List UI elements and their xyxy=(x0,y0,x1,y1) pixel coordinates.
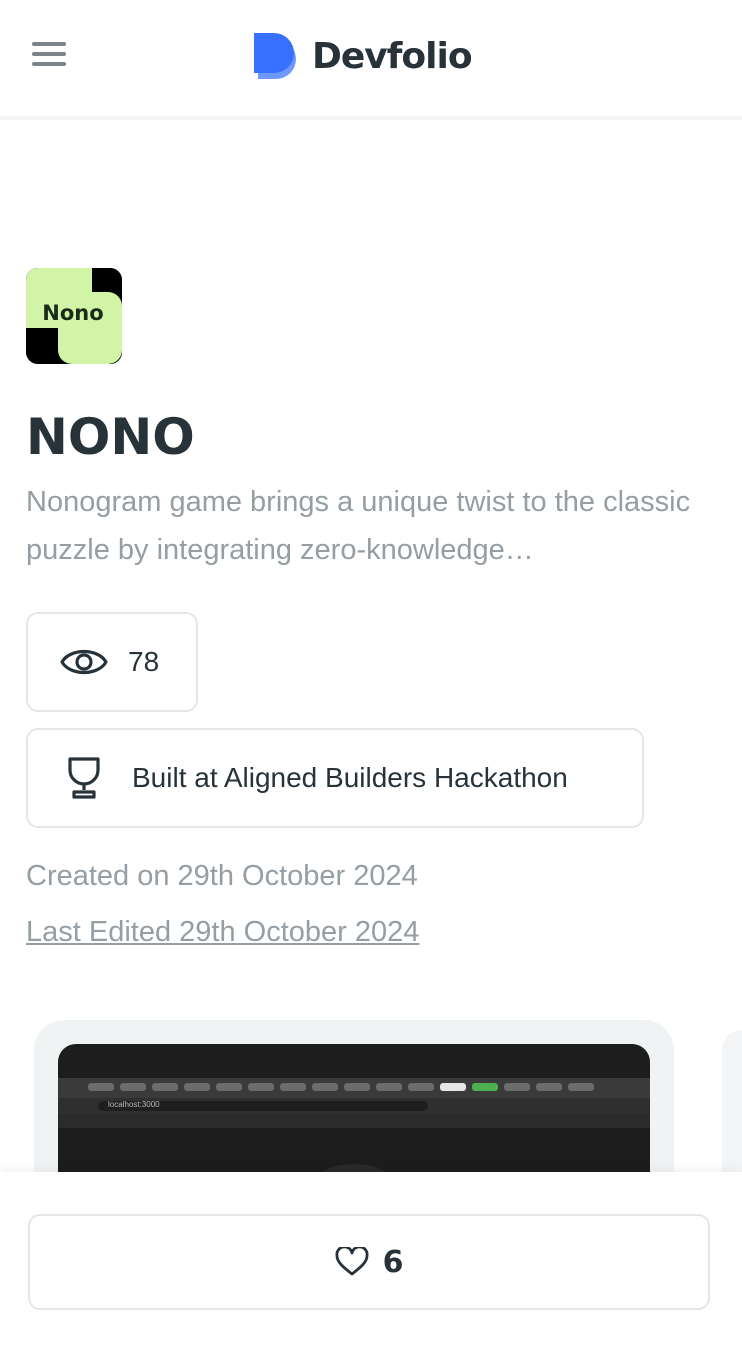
menu-icon[interactable] xyxy=(32,42,66,70)
hackathon-badge[interactable]: Built at Aligned Builders Hackathon xyxy=(26,728,644,828)
trophy-icon xyxy=(68,757,100,799)
hackathon-label: Built at Aligned Builders Hackathon xyxy=(132,762,568,793)
views-badge: 78 xyxy=(26,612,198,712)
svg-text:Nono: Nono xyxy=(42,301,103,325)
project-title: NONO xyxy=(26,408,195,466)
views-count: 78 xyxy=(128,646,160,677)
eye-icon xyxy=(60,649,108,675)
project-logo-image: Nono xyxy=(26,268,122,364)
like-count: 6 xyxy=(382,1244,404,1280)
last-edited-link[interactable]: Last Edited 29th October 2024 xyxy=(26,916,419,949)
devfolio-logo-icon xyxy=(254,33,296,79)
like-button[interactable]: 6 xyxy=(28,1214,710,1310)
bottom-action-bar: 6 xyxy=(0,1172,742,1348)
screenshot-browser-tabs xyxy=(58,1078,650,1098)
project-logo: Nono xyxy=(26,268,122,364)
screenshot-bookmarks-bar xyxy=(58,1114,650,1128)
top-header: Devfolio xyxy=(0,0,742,120)
brand[interactable]: Devfolio xyxy=(252,30,473,82)
created-date: Created on 29th October 2024 xyxy=(26,860,418,892)
brand-name: Devfolio xyxy=(312,35,473,77)
project-description: Nonogram game brings a unique twist to t… xyxy=(26,486,691,566)
heart-icon xyxy=(335,1247,369,1276)
screenshot-url-bar: localhost:3000 xyxy=(58,1098,650,1114)
